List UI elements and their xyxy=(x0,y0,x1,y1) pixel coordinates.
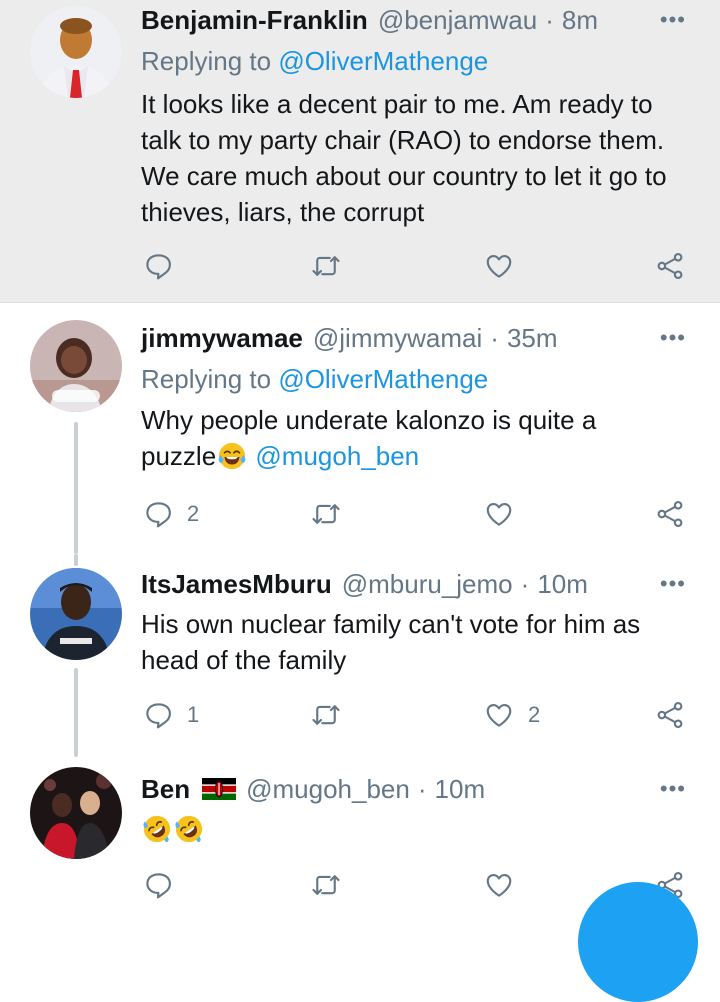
separator-dot: · xyxy=(490,322,499,353)
tweet-actions: 1 2 xyxy=(141,695,701,735)
laughing-emoji-icon xyxy=(217,441,247,471)
retweet-icon xyxy=(311,499,341,529)
reply-count: 1 xyxy=(187,702,200,727)
display-name[interactable]: jimmywamae xyxy=(141,323,303,354)
user-handle[interactable]: @jimmywamai xyxy=(313,323,482,354)
display-name[interactable]: ItsJamesMburu xyxy=(141,569,332,600)
tweet-benjamin-franklin[interactable]: Benjamin-Franklin @benjamwau · 8m ••• Re… xyxy=(0,0,720,302)
tweet-jimmywamae[interactable]: jimmywamae @jimmywamai · 35m ••• Replyin… xyxy=(0,302,720,554)
replying-to: Replying to @OliverMathenge xyxy=(141,364,488,395)
timestamp[interactable]: 10m xyxy=(435,774,486,805)
user-handle[interactable]: @mburu_jemo xyxy=(342,569,513,600)
replying-to-label: Replying to xyxy=(141,364,279,394)
reply-button[interactable] xyxy=(143,246,187,286)
tweet-itsjamesmburu[interactable]: ItsJamesMburu @mburu_jemo · 10m ••• His … xyxy=(0,554,720,757)
retweet-icon xyxy=(311,870,341,900)
thread-line xyxy=(74,668,78,757)
heart-icon xyxy=(484,700,514,730)
reply-icon xyxy=(143,700,173,730)
display-name[interactable]: Benjamin-Franklin xyxy=(141,5,368,36)
reply-icon xyxy=(143,251,173,281)
reply-button[interactable]: 1 xyxy=(143,695,199,735)
retweet-button[interactable] xyxy=(311,865,355,905)
rofl-emoji-icon xyxy=(142,814,172,844)
heart-icon xyxy=(484,870,514,900)
retweet-button[interactable] xyxy=(311,695,355,735)
like-button[interactable] xyxy=(484,246,528,286)
tweet-actions: 2 xyxy=(141,494,701,534)
reply-count: 2 xyxy=(187,501,200,526)
more-options-icon[interactable]: ••• xyxy=(660,325,686,351)
replying-to: Replying to @OliverMathenge xyxy=(141,46,488,77)
reply-icon xyxy=(143,499,173,529)
thread-line xyxy=(74,422,78,554)
share-button[interactable] xyxy=(655,695,685,735)
mention-link[interactable]: @mugoh_ben xyxy=(255,441,419,471)
more-options-icon[interactable]: ••• xyxy=(660,776,686,802)
display-name[interactable]: Ben xyxy=(141,774,190,805)
timestamp[interactable]: 8m xyxy=(562,5,598,36)
like-count: 2 xyxy=(528,702,541,727)
separator-dot: · xyxy=(520,568,530,599)
timestamp[interactable]: 35m xyxy=(507,323,558,354)
user-handle[interactable]: @benjamwau xyxy=(378,5,537,36)
tweet-actions xyxy=(141,246,701,286)
kenya-flag-icon xyxy=(202,778,237,800)
heart-icon xyxy=(484,499,514,529)
tweet-text xyxy=(141,811,690,847)
share-button[interactable] xyxy=(655,494,685,534)
like-button[interactable] xyxy=(484,865,528,905)
more-options-icon[interactable]: ••• xyxy=(660,571,686,597)
retweet-icon xyxy=(311,251,341,281)
user-handle[interactable]: @mugoh_ben xyxy=(246,774,410,805)
rofl-emoji-icon xyxy=(174,814,204,844)
heart-icon xyxy=(484,251,514,281)
compose-reply-fab[interactable] xyxy=(578,882,698,1002)
retweet-button[interactable] xyxy=(311,494,355,534)
replying-to-label: Replying to xyxy=(141,46,279,76)
separator-dot: · xyxy=(545,4,554,35)
share-icon xyxy=(655,700,685,730)
tweet-text: His own nuclear family can't vote for hi… xyxy=(141,609,641,675)
replying-to-mention[interactable]: @OliverMathenge xyxy=(278,364,488,394)
like-button[interactable] xyxy=(484,494,528,534)
share-button[interactable] xyxy=(655,246,685,286)
avatar[interactable] xyxy=(30,767,122,859)
avatar[interactable] xyxy=(30,320,122,412)
more-options-icon[interactable]: ••• xyxy=(660,7,686,33)
like-button[interactable]: 2 xyxy=(484,695,540,735)
reply-button[interactable] xyxy=(143,865,187,905)
reply-button[interactable]: 2 xyxy=(143,494,199,534)
tweet-text: It looks like a decent pair to me. Am re… xyxy=(141,89,667,227)
timestamp[interactable]: 10m xyxy=(537,569,588,600)
separator-dot: · xyxy=(417,773,427,804)
retweet-icon xyxy=(311,700,341,730)
reply-icon xyxy=(143,870,173,900)
tweet-text: Why people underate kalonzo is quite a p… xyxy=(141,402,661,474)
replying-to-mention[interactable]: @OliverMathenge xyxy=(278,46,488,76)
share-icon xyxy=(655,499,685,529)
avatar[interactable] xyxy=(30,568,122,660)
thread-line xyxy=(74,554,78,566)
share-icon xyxy=(655,251,685,281)
avatar[interactable] xyxy=(30,6,122,98)
retweet-button[interactable] xyxy=(311,246,355,286)
